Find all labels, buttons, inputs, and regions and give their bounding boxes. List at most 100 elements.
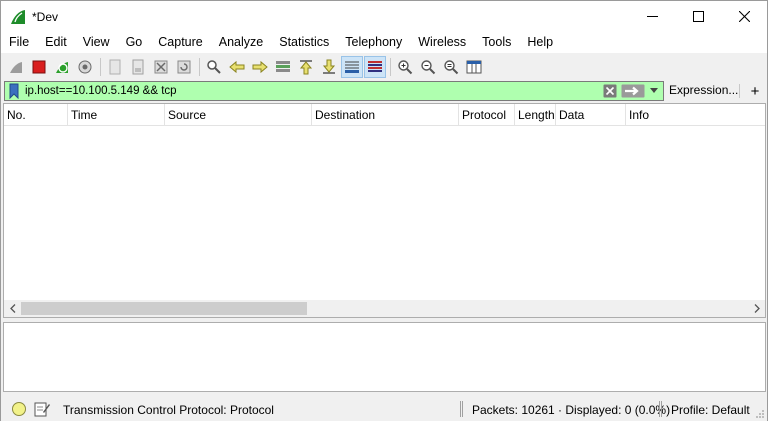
maximize-button[interactable] (675, 1, 721, 32)
filter-history-dropdown[interactable] (648, 83, 660, 99)
go-back-button[interactable] (226, 56, 248, 78)
column-no[interactable]: No. (4, 104, 68, 126)
clear-icon (603, 84, 617, 98)
menu-file[interactable]: File (1, 32, 37, 53)
open-file-icon (109, 59, 121, 74)
zoom-out-icon (421, 59, 436, 74)
close-icon (738, 11, 750, 22)
zoom-normal-button[interactable] (440, 56, 462, 78)
status-separator (659, 401, 662, 417)
column-info[interactable]: Info (626, 104, 765, 126)
go-to-packet-button[interactable] (272, 56, 294, 78)
zoom-out-button[interactable] (417, 56, 439, 78)
menu-wireless[interactable]: Wireless (410, 32, 474, 53)
save-file-button[interactable] (127, 56, 149, 78)
wireshark-logo-icon (11, 9, 25, 24)
display-filter-input[interactable] (21, 82, 602, 100)
status-packet-counts: Packets: 10261 · Displayed: 0 (0.0%) (472, 403, 671, 417)
status-bar: Transmission Control Protocol: Protocol … (1, 397, 767, 421)
resize-columns-icon (466, 60, 482, 73)
toolbar-separator (199, 57, 200, 76)
menu-tools[interactable]: Tools (474, 32, 519, 53)
arrow-right-icon (621, 84, 645, 98)
wireshark-window: *Dev File Edit View Go Capture Analyze S… (0, 0, 768, 421)
zoom-in-button[interactable] (394, 56, 416, 78)
toolbar-separator (390, 57, 391, 76)
go-first-button[interactable] (295, 56, 317, 78)
column-protocol[interactable]: Protocol (459, 104, 515, 126)
main-toolbar (1, 54, 767, 79)
column-data[interactable]: Data (556, 104, 626, 126)
stop-capture-icon (32, 60, 46, 73)
go-last-icon (322, 59, 336, 74)
horizontal-scrollbar[interactable] (4, 300, 765, 317)
start-capture-button[interactable] (5, 56, 27, 78)
minimize-icon (646, 16, 658, 17)
close-file-icon (154, 60, 168, 73)
scroll-right-button[interactable] (748, 300, 765, 317)
packet-details-pane[interactable] (3, 322, 766, 392)
add-filter-button[interactable]: + (746, 81, 764, 101)
autoscroll-icon (345, 61, 359, 73)
scrollbar-thumb[interactable] (21, 302, 307, 315)
column-time[interactable]: Time (68, 104, 165, 126)
autoscroll-button[interactable] (341, 55, 363, 78)
packet-list-header: No. Time Source Destination Protocol Len… (4, 104, 765, 126)
go-last-button[interactable] (318, 56, 340, 78)
status-profile[interactable]: Profile: Default (671, 403, 750, 417)
menu-go[interactable]: Go (118, 32, 151, 53)
zoom-in-icon (398, 59, 413, 74)
toolbar-separator (100, 57, 101, 76)
clear-filter-button[interactable] (602, 83, 618, 99)
close-window-button[interactable] (721, 1, 767, 32)
reload-file-icon (177, 60, 191, 73)
scroll-left-button[interactable] (4, 300, 21, 317)
menu-capture[interactable]: Capture (150, 32, 210, 53)
apply-filter-button[interactable] (620, 83, 646, 99)
find-packet-icon (207, 59, 221, 74)
zoom-normal-icon (444, 59, 459, 74)
menu-view[interactable]: View (75, 32, 118, 53)
column-destination[interactable]: Destination (312, 104, 459, 126)
expert-info-indicator[interactable] (12, 402, 26, 416)
menu-edit[interactable]: Edit (37, 32, 75, 53)
capture-comment-icon[interactable] (34, 401, 50, 417)
go-to-packet-icon (276, 60, 290, 72)
colorize-button[interactable] (364, 55, 386, 78)
menu-bar: File Edit View Go Capture Analyze Statis… (1, 32, 767, 53)
go-forward-button[interactable] (249, 56, 271, 78)
reload-file-button[interactable] (173, 56, 195, 78)
resize-grip-icon[interactable] (755, 409, 765, 419)
find-packet-button[interactable] (203, 56, 225, 78)
capture-options-button[interactable] (74, 56, 96, 78)
filter-bookmark-button[interactable] (7, 82, 21, 100)
packet-list[interactable]: No. Time Source Destination Protocol Len… (3, 103, 766, 318)
chevron-right-icon (754, 304, 760, 313)
colorize-icon (368, 60, 382, 72)
menu-telephony[interactable]: Telephony (337, 32, 410, 53)
menu-analyze[interactable]: Analyze (211, 32, 271, 53)
status-field-text: Transmission Control Protocol: Protocol (63, 403, 274, 417)
shark-fin-start-icon (10, 61, 22, 73)
restart-capture-icon (56, 61, 68, 73)
resize-columns-button[interactable] (463, 56, 485, 78)
minimize-button[interactable] (629, 1, 675, 32)
restart-capture-button[interactable] (51, 56, 73, 78)
menu-help[interactable]: Help (519, 32, 561, 53)
chevron-left-icon (9, 304, 15, 313)
column-length[interactable]: Length (515, 104, 556, 126)
stop-capture-button[interactable] (28, 56, 50, 78)
display-filter-bar: Expression... + (1, 80, 767, 102)
expression-button[interactable]: Expression... (669, 83, 738, 97)
close-file-button[interactable] (150, 56, 172, 78)
save-file-icon (132, 59, 144, 74)
go-forward-icon (252, 60, 268, 73)
go-back-icon (229, 60, 245, 73)
column-source[interactable]: Source (165, 104, 312, 126)
capture-options-icon (78, 60, 92, 73)
title-bar: *Dev (1, 1, 767, 32)
go-first-icon (299, 59, 313, 74)
display-filter-field (4, 81, 664, 101)
menu-statistics[interactable]: Statistics (271, 32, 337, 53)
open-file-button[interactable] (104, 56, 126, 78)
